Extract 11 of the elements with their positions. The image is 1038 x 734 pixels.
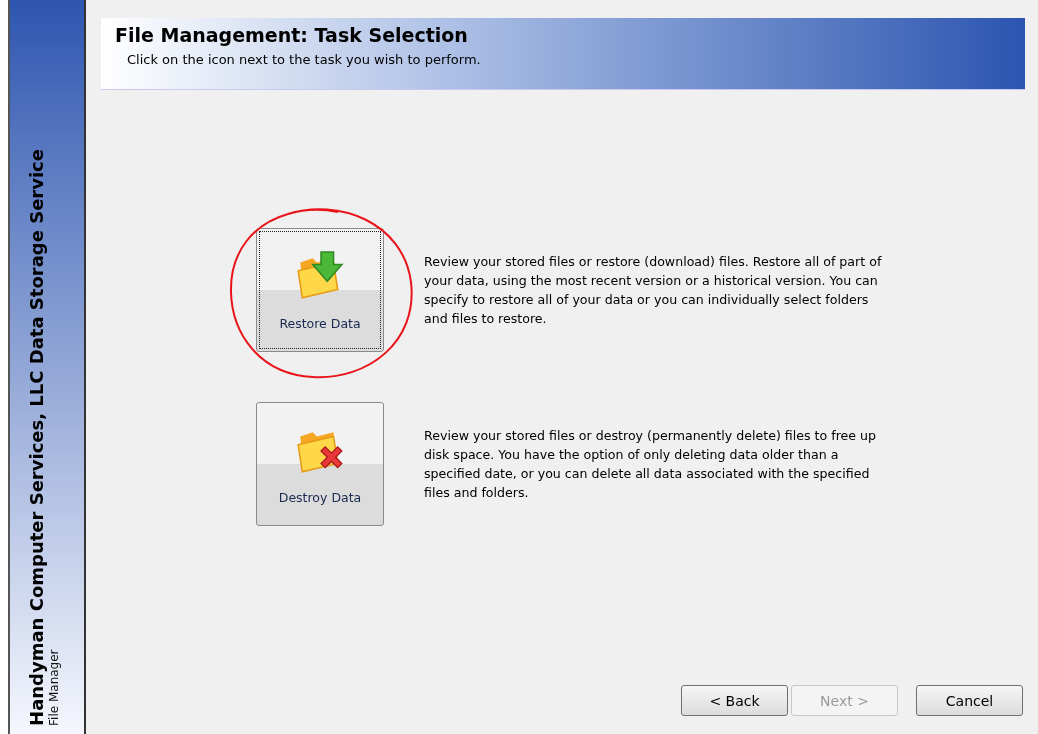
task-description: Review your stored files or destroy (permanently delete) files to free up disk space. You have the option of only deleting data older than a specified date, or you can delete all data associated with the specified files and folders. [424, 427, 878, 502]
sidebar-title: Handyman Computer Services, LLC Data Storage Service [26, 149, 47, 726]
destroy-button[interactable]: Destroy Data [256, 402, 384, 526]
back-button[interactable]: < Back [681, 685, 788, 716]
restore-button[interactable]: Restore Data [256, 228, 384, 352]
task-description: Review your stored files or restore (download) files. Restore all of part of your data, using the most recent version or a historical version. You can specify to restore all of your data or you can individually select folders and files to restore. [424, 253, 883, 328]
page-instruction: Click on the icon next to the task you wish to perform. [126, 52, 482, 67]
folder-download-icon [294, 249, 346, 302]
cancel-button[interactable]: Cancel [916, 685, 1023, 716]
sidebar-subtitle: File Manager [47, 649, 62, 726]
page-title: File Management: Task Selection [115, 24, 469, 46]
